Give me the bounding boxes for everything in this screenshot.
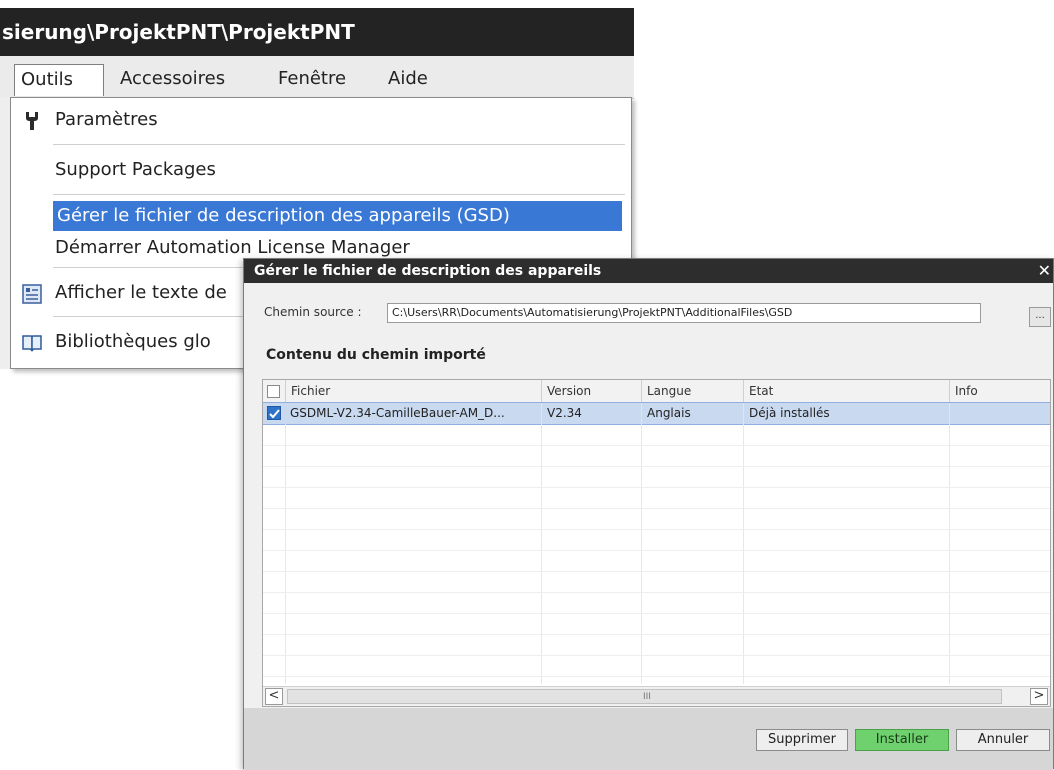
scroll-grip-icon: III [643, 692, 651, 702]
menu-item-label: Gérer le fichier de description des appa… [53, 201, 622, 231]
source-path-input[interactable]: C:\Users\RR\Documents\Automatisierung\Pr… [387, 303, 981, 323]
horizontal-scrollbar[interactable]: < III > [263, 686, 1050, 706]
column-header-info[interactable]: Info [949, 380, 1050, 402]
scroll-left-button[interactable]: < [265, 688, 283, 705]
cell-info [949, 403, 1050, 424]
table-row[interactable]: GSDML-V2.34-CamilleBauer-AM_D... V2.34 A… [263, 402, 1050, 425]
cell-fichier: GSDML-V2.34-CamilleBauer-AM_D... [290, 406, 505, 420]
menu-item-label: Paramètres [55, 109, 158, 130]
select-all-checkbox[interactable] [267, 385, 280, 398]
menu-fenetre[interactable]: Fenêtre [272, 64, 352, 96]
window-edge [0, 97, 10, 369]
gsd-file-table: Fichier Version Langue Etat Info GSDML-V… [262, 379, 1051, 707]
menu-separator [53, 144, 625, 145]
cancel-button[interactable]: Annuler [956, 729, 1050, 751]
wrench-icon [21, 110, 43, 132]
column-header-langue[interactable]: Langue [641, 380, 743, 402]
dialog-title: Gérer le fichier de description des appa… [244, 259, 1053, 283]
browse-button[interactable]: ... [1029, 307, 1051, 327]
delete-button[interactable]: Supprimer [756, 729, 848, 751]
dialog-footer: Supprimer Installer Annuler [244, 708, 1053, 770]
menu-item-support-packages[interactable]: Support Packages [11, 155, 631, 185]
menu-item-manage-gsd[interactable]: Gérer le fichier de description des appa… [11, 201, 631, 231]
source-path-label: Chemin source : [264, 305, 362, 319]
checkmark-icon [269, 409, 280, 419]
app-title: sierung\ProjektPNT\ProjektPNT [0, 8, 634, 56]
menu-item-label: Bibliothèques glo [55, 331, 211, 352]
table-header: Fichier Version Langue Etat Info [263, 380, 1050, 403]
text-list-icon [21, 283, 43, 305]
menu-item-parametres[interactable]: Paramètres [11, 105, 631, 135]
section-title: Contenu du chemin importé [266, 347, 486, 363]
menu-outils[interactable]: Outils [14, 64, 104, 96]
menu-separator [53, 194, 625, 195]
cell-etat: Déjà installés [743, 403, 949, 424]
column-header-etat[interactable]: Etat [743, 380, 949, 402]
menu-bar: Outils Accessoires Fenêtre Aide [0, 56, 634, 99]
dialog-body: Chemin source : C:\Users\RR\Documents\Au… [244, 283, 1053, 708]
close-icon[interactable]: ✕ [1038, 259, 1051, 283]
install-button[interactable]: Installer [855, 729, 949, 751]
column-header-fichier[interactable]: Fichier [285, 380, 541, 402]
column-header-version[interactable]: Version [541, 380, 641, 402]
manage-gsd-dialog: Gérer le fichier de description des appa… [243, 258, 1054, 770]
menu-aide[interactable]: Aide [382, 64, 434, 96]
scroll-thumb[interactable]: III [287, 689, 1002, 704]
menu-item-label: Support Packages [55, 159, 216, 180]
empty-table-area [263, 424, 1050, 684]
menu-item-label: Afficher le texte de [55, 282, 227, 303]
menu-accessoires[interactable]: Accessoires [114, 64, 231, 96]
scroll-right-button[interactable]: > [1030, 688, 1048, 705]
cell-version: V2.34 [541, 403, 641, 424]
cell-langue: Anglais [641, 403, 743, 424]
row-checkbox[interactable] [267, 406, 281, 420]
book-icon [21, 332, 43, 354]
